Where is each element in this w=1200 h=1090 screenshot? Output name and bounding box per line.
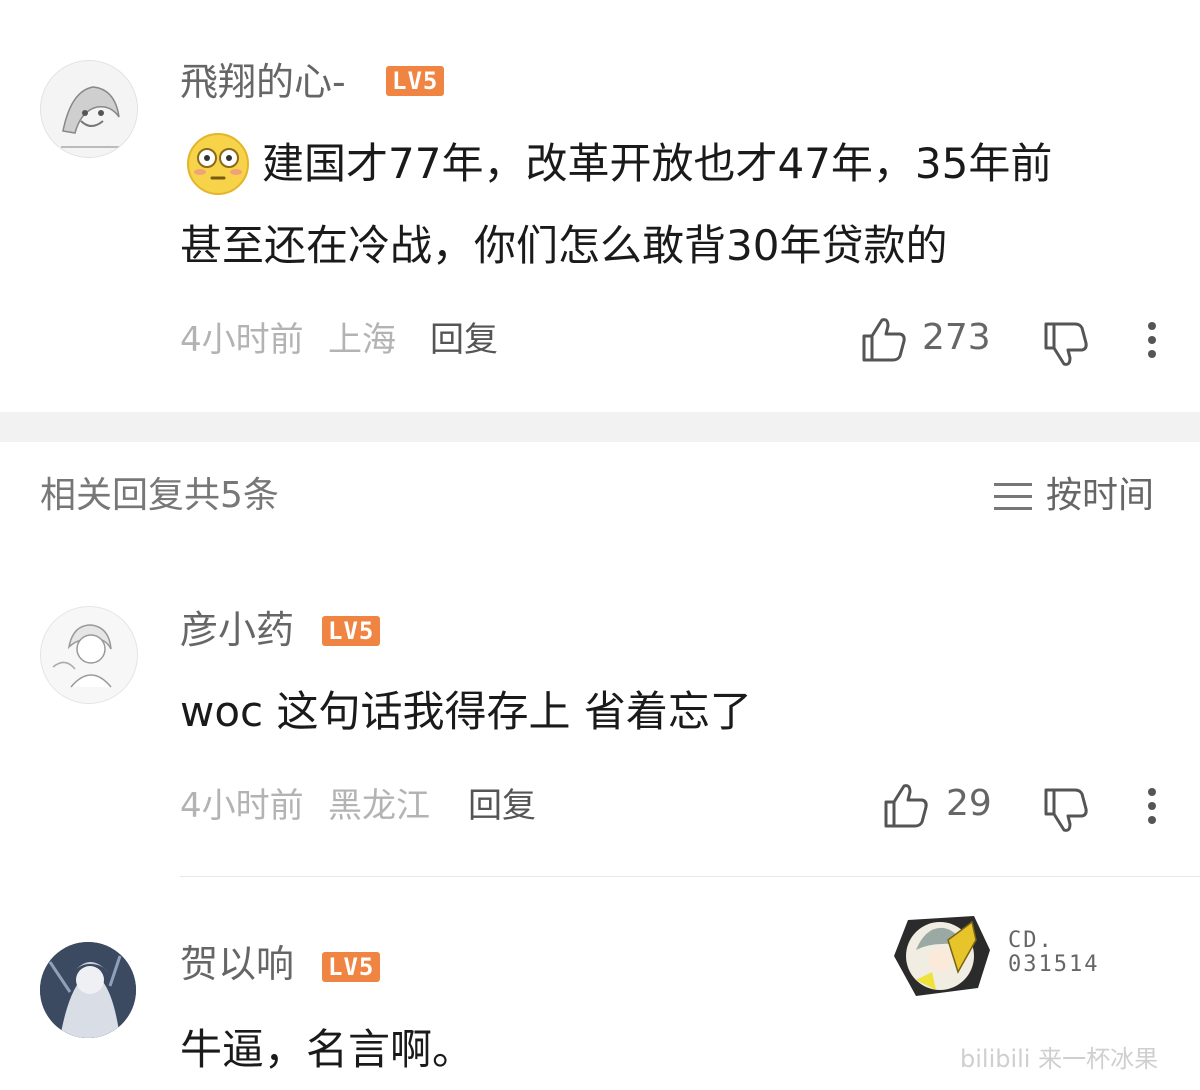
watermark: bilibili 来一杯冰果 <box>960 1045 1159 1073</box>
more-options-icon[interactable] <box>1140 786 1164 830</box>
reply-time: 4小时前 <box>180 786 304 826</box>
reply-username[interactable]: 彦小药 <box>180 606 294 654</box>
level-badge: LV5 <box>386 66 445 96</box>
reply-text: 牛逼，名言啊。 <box>180 1025 475 1074</box>
reply-location: 黑龙江 <box>328 786 430 826</box>
fan-badge-code-line-1: CD. <box>1008 928 1054 953</box>
reply-divider <box>180 876 1200 877</box>
replies-count-title: 相关回复共5条 <box>40 475 279 516</box>
like-icon[interactable] <box>860 314 908 364</box>
like-icon[interactable] <box>882 780 930 830</box>
flushed-emoji-icon <box>186 132 250 196</box>
comment-text-line-2: 甚至还在冷战，你们怎么敢背30年贷款的 <box>180 221 948 270</box>
level-badge: LV5 <box>322 952 381 982</box>
reply-username[interactable]: 贺以响 <box>180 940 294 988</box>
dislike-icon[interactable] <box>1042 786 1090 836</box>
like-count: 29 <box>946 783 992 824</box>
fan-badge-image <box>886 910 996 1000</box>
avatar[interactable] <box>40 606 138 704</box>
dislike-icon[interactable] <box>1042 320 1090 370</box>
comment-username[interactable]: 飛翔的心- <box>180 58 346 106</box>
reply-button[interactable]: 回复 <box>430 318 498 362</box>
avatar[interactable] <box>40 942 136 1038</box>
sort-icon[interactable] <box>994 480 1034 514</box>
reply-text: woc 这句话我得存上 省着忘了 <box>180 687 752 736</box>
like-count: 273 <box>922 317 991 358</box>
avatar-sketch-image <box>41 607 137 703</box>
sort-by-time-button[interactable]: 按时间 <box>1046 472 1154 520</box>
more-options-icon[interactable] <box>1140 320 1164 364</box>
avatar-sketch-image <box>41 61 137 157</box>
fan-badge-code-line-2: 031514 <box>1008 952 1100 977</box>
section-divider <box>0 412 1200 442</box>
comment-time: 4小时前 <box>180 320 304 360</box>
avatar[interactable] <box>40 60 138 158</box>
reply-button[interactable]: 回复 <box>468 784 536 828</box>
comment-text-line-1: 建国才77年，改革开放也才47年，35年前 <box>262 139 1053 188</box>
level-badge: LV5 <box>322 616 381 646</box>
comment-location: 上海 <box>328 320 396 360</box>
avatar-anime-image <box>40 942 136 1038</box>
